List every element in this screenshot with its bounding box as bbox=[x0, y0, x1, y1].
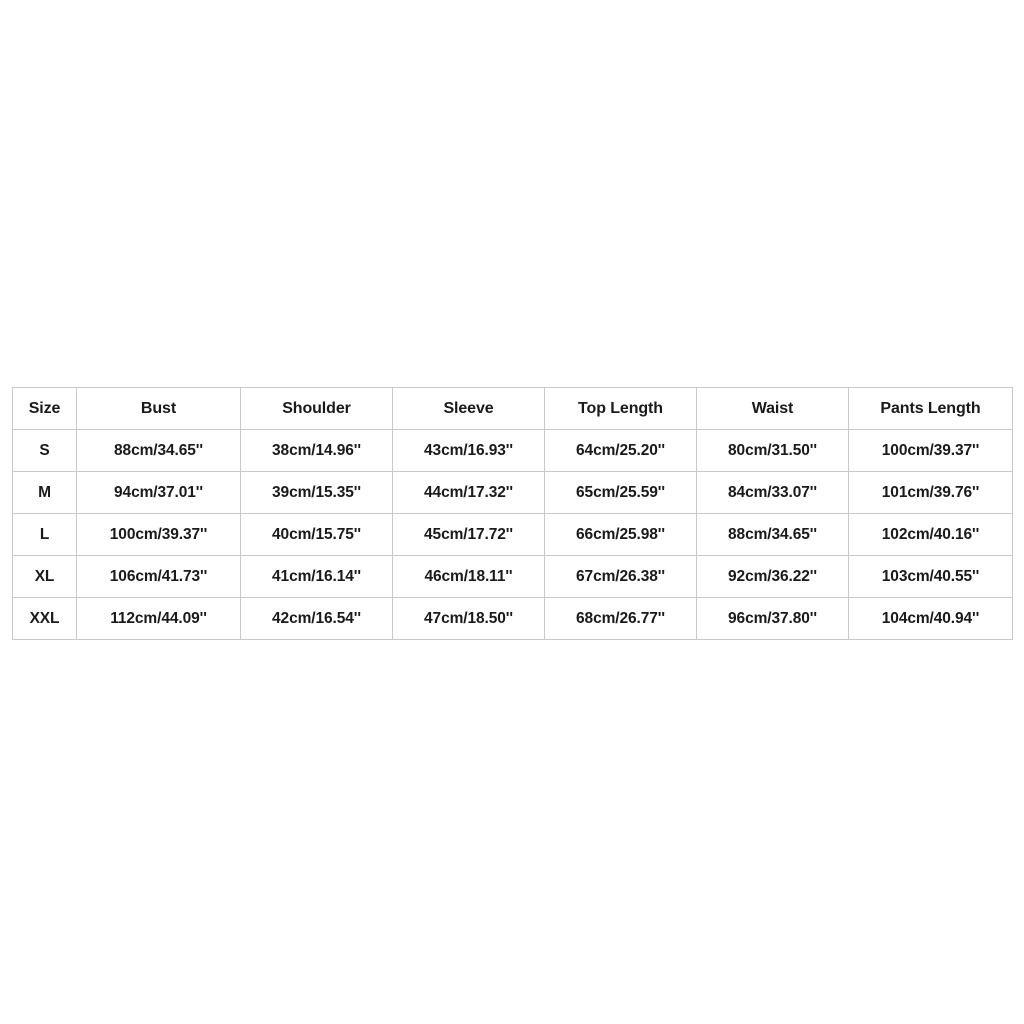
table-header: Size Bust Shoulder Sleeve Top Length Wai… bbox=[12, 387, 1013, 430]
size-chart-container: Size Bust Shoulder Sleeve Top Length Wai… bbox=[12, 387, 1013, 640]
cell-sleeve: 43cm/16.93'' bbox=[392, 429, 545, 472]
size-chart-table: Size Bust Shoulder Sleeve Top Length Wai… bbox=[12, 387, 1013, 640]
cell-bust: 94cm/37.01'' bbox=[76, 471, 241, 514]
cell-bust: 106cm/41.73'' bbox=[76, 555, 241, 598]
table-row: L 100cm/39.37'' 40cm/15.75'' 45cm/17.72'… bbox=[12, 513, 1013, 556]
column-header-sleeve: Sleeve bbox=[392, 387, 545, 430]
cell-shoulder: 42cm/16.54'' bbox=[240, 597, 393, 640]
column-header-size: Size bbox=[12, 387, 77, 430]
cell-top-length: 64cm/25.20'' bbox=[544, 429, 697, 472]
cell-size: M bbox=[12, 471, 77, 514]
cell-pants-length: 102cm/40.16'' bbox=[848, 513, 1013, 556]
cell-bust: 88cm/34.65'' bbox=[76, 429, 241, 472]
cell-waist: 88cm/34.65'' bbox=[696, 513, 849, 556]
cell-sleeve: 47cm/18.50'' bbox=[392, 597, 545, 640]
column-header-top-length: Top Length bbox=[544, 387, 697, 430]
table-header-row: Size Bust Shoulder Sleeve Top Length Wai… bbox=[12, 387, 1013, 430]
cell-shoulder: 39cm/15.35'' bbox=[240, 471, 393, 514]
cell-size: S bbox=[12, 429, 77, 472]
cell-top-length: 67cm/26.38'' bbox=[544, 555, 697, 598]
cell-shoulder: 40cm/15.75'' bbox=[240, 513, 393, 556]
cell-sleeve: 46cm/18.11'' bbox=[392, 555, 545, 598]
column-header-waist: Waist bbox=[696, 387, 849, 430]
cell-pants-length: 101cm/39.76'' bbox=[848, 471, 1013, 514]
table-row: M 94cm/37.01'' 39cm/15.35'' 44cm/17.32''… bbox=[12, 471, 1013, 514]
cell-top-length: 65cm/25.59'' bbox=[544, 471, 697, 514]
cell-bust: 112cm/44.09'' bbox=[76, 597, 241, 640]
cell-pants-length: 103cm/40.55'' bbox=[848, 555, 1013, 598]
column-header-shoulder: Shoulder bbox=[240, 387, 393, 430]
cell-top-length: 68cm/26.77'' bbox=[544, 597, 697, 640]
column-header-pants-length: Pants Length bbox=[848, 387, 1013, 430]
cell-size: XL bbox=[12, 555, 77, 598]
column-header-bust: Bust bbox=[76, 387, 241, 430]
cell-pants-length: 104cm/40.94'' bbox=[848, 597, 1013, 640]
size-chart-canvas: Size Bust Shoulder Sleeve Top Length Wai… bbox=[0, 0, 1024, 1024]
cell-shoulder: 41cm/16.14'' bbox=[240, 555, 393, 598]
cell-waist: 92cm/36.22'' bbox=[696, 555, 849, 598]
cell-bust: 100cm/39.37'' bbox=[76, 513, 241, 556]
table-row: S 88cm/34.65'' 38cm/14.96'' 43cm/16.93''… bbox=[12, 429, 1013, 472]
cell-waist: 96cm/37.80'' bbox=[696, 597, 849, 640]
table-body: S 88cm/34.65'' 38cm/14.96'' 43cm/16.93''… bbox=[12, 429, 1013, 640]
table-row: XXL 112cm/44.09'' 42cm/16.54'' 47cm/18.5… bbox=[12, 597, 1013, 640]
cell-waist: 84cm/33.07'' bbox=[696, 471, 849, 514]
cell-sleeve: 45cm/17.72'' bbox=[392, 513, 545, 556]
cell-size: XXL bbox=[12, 597, 77, 640]
table-row: XL 106cm/41.73'' 41cm/16.14'' 46cm/18.11… bbox=[12, 555, 1013, 598]
cell-waist: 80cm/31.50'' bbox=[696, 429, 849, 472]
cell-top-length: 66cm/25.98'' bbox=[544, 513, 697, 556]
cell-size: L bbox=[12, 513, 77, 556]
cell-shoulder: 38cm/14.96'' bbox=[240, 429, 393, 472]
cell-sleeve: 44cm/17.32'' bbox=[392, 471, 545, 514]
cell-pants-length: 100cm/39.37'' bbox=[848, 429, 1013, 472]
